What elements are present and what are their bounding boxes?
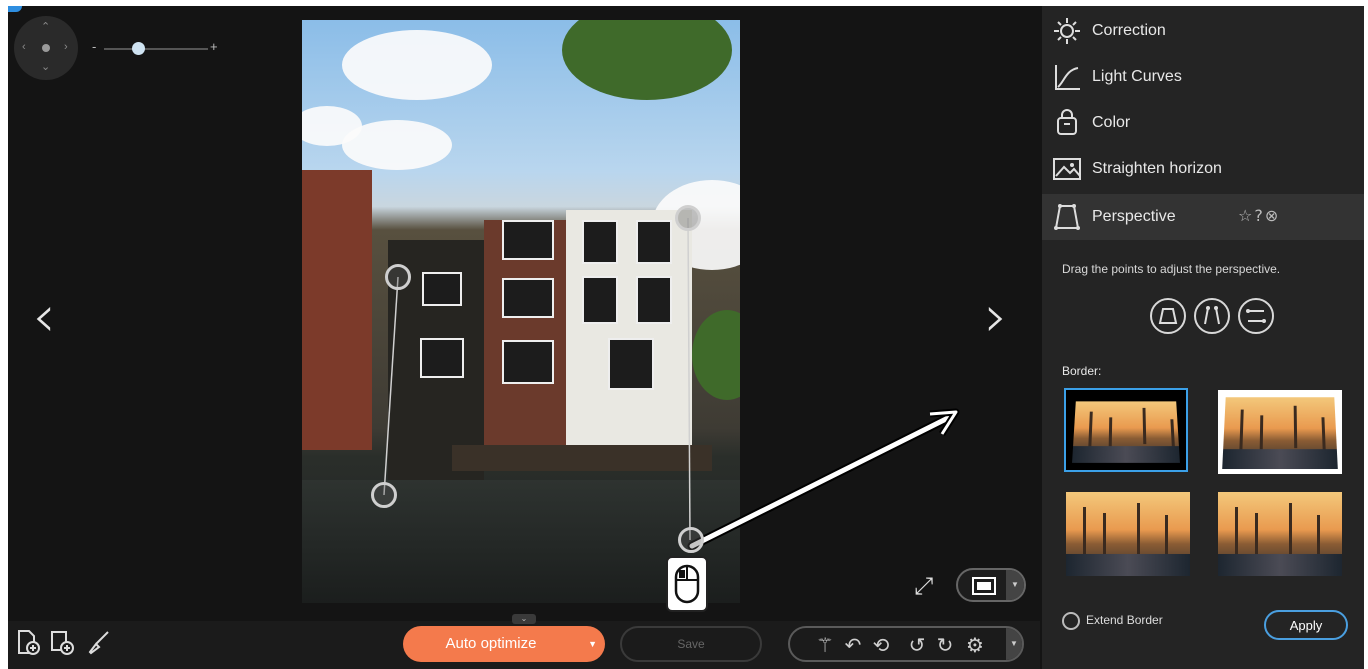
sidebar-item-label: Correction [1092, 22, 1166, 39]
window [582, 220, 618, 264]
landscape-icon [1053, 158, 1081, 180]
screen-icon [972, 577, 996, 595]
help-icon[interactable]: ? [1254, 206, 1265, 225]
tree-foliage [562, 20, 732, 100]
chevron-down-icon[interactable]: ▼ [1006, 570, 1024, 600]
next-image-button[interactable]: › [976, 287, 1016, 345]
window [636, 276, 672, 324]
cloud [342, 120, 452, 170]
tree-foliage [692, 310, 740, 400]
perspective-handle-bottom-left[interactable] [371, 482, 397, 508]
extend-border-label: Extend Border [1086, 613, 1163, 628]
chevron-down-icon[interactable]: ▼ [588, 626, 597, 662]
apply-button[interactable]: Apply [1264, 610, 1348, 640]
brush-icon[interactable] [84, 628, 112, 656]
sidebar-item-straighten-horizon[interactable]: Straighten horizon [1042, 146, 1364, 192]
border-thumbnail-image [1072, 401, 1180, 463]
mouse-icon [674, 564, 700, 604]
perspective-handle-top-left[interactable] [385, 264, 411, 290]
edit-panel: Correction Light Curves Color Straighten… [1042, 6, 1364, 669]
window [502, 340, 554, 384]
nav-up-icon[interactable]: ⌃ [41, 22, 50, 33]
view-mode-button[interactable]: ▼ [956, 568, 1026, 602]
add-folder-icon[interactable] [48, 628, 76, 656]
perspective-hint: Drag the points to adjust the perspectiv… [1062, 262, 1281, 276]
trapezoid-mode-icon [1158, 308, 1178, 324]
zoom-knob[interactable] [132, 42, 145, 55]
perspective-icon [1054, 204, 1080, 230]
auto-optimize-label: Auto optimize [445, 635, 537, 652]
undo-icon[interactable]: ↶ [840, 632, 866, 658]
sidebar-item-label: Color [1092, 114, 1131, 131]
nav-right-icon[interactable]: › [64, 42, 68, 53]
window [422, 272, 462, 306]
favorite-icon[interactable]: ☆ [1238, 206, 1254, 225]
extend-border-radio[interactable] [1062, 612, 1080, 630]
perspective-handle-top-right[interactable] [675, 205, 701, 231]
sidebar-item-color[interactable]: Color [1042, 100, 1364, 146]
canal-dock [452, 445, 712, 471]
window [608, 338, 654, 390]
border-thumbnail-image [1218, 492, 1342, 576]
sidebar-item-label: Light Curves [1092, 68, 1182, 85]
nav-left-icon[interactable]: ‹ [22, 42, 26, 53]
vertical-lines-mode-icon [1204, 306, 1220, 325]
window [636, 220, 672, 264]
sun-icon [1054, 18, 1080, 44]
vertical-lines-mode-button[interactable] [1194, 298, 1230, 334]
brick-building [302, 170, 372, 450]
window [582, 276, 618, 324]
cloud [342, 30, 492, 100]
rotate-left-icon[interactable]: ↺ [904, 632, 930, 658]
quick-tools-group: ⚚ ↶ ⟲ ↺ ↻ ⚙ ▼ [788, 626, 1024, 662]
navigation-pad-icon[interactable]: ⌃ ⌄ ‹ › [14, 16, 78, 80]
sidebar-item-label: Perspective [1092, 208, 1176, 225]
nav-down-icon[interactable]: ⌄ [41, 62, 50, 73]
border-option-white[interactable] [1218, 390, 1342, 474]
chevron-down-icon[interactable]: ▼ [1006, 628, 1022, 660]
window [502, 220, 554, 260]
close-icon[interactable]: ⊗ [1265, 206, 1280, 225]
zoom-out-button[interactable]: - [92, 39, 96, 54]
curve-icon [1055, 65, 1080, 90]
zoom-slider[interactable]: - + [92, 39, 222, 56]
nav-center-icon[interactable] [42, 44, 50, 52]
photo-canvas[interactable] [302, 20, 740, 603]
add-file-icon[interactable] [14, 628, 42, 656]
window [420, 338, 464, 378]
mouse-pointer-icon [666, 556, 708, 612]
border-thumbnail-image [1222, 397, 1338, 469]
perspective-actions[interactable]: ☆?⊗ [1238, 206, 1280, 225]
horizontal-lines-mode-icon [1246, 309, 1266, 323]
border-option-black[interactable] [1064, 388, 1188, 472]
border-option-stretch[interactable] [1218, 492, 1342, 576]
border-thumbnail-image [1066, 492, 1190, 576]
color-bag-icon [1057, 109, 1077, 135]
expand-icon[interactable]: ⤢ [914, 572, 933, 600]
settings-icon[interactable]: ⚙ [962, 632, 988, 658]
magic-wand-icon[interactable]: ⚚ [812, 632, 838, 658]
auto-optimize-button[interactable]: Auto optimize ▼ [403, 626, 605, 662]
collapse-toggle[interactable]: ⌄ [512, 614, 536, 624]
extend-border-option[interactable]: Extend Border [1062, 612, 1163, 630]
zoom-in-button[interactable]: + [210, 39, 218, 54]
sidebar-item-perspective[interactable]: Perspective ☆?⊗ [1042, 194, 1364, 240]
save-button[interactable]: Save [620, 626, 762, 662]
undo-all-icon[interactable]: ⟲ [868, 632, 894, 658]
horizontal-lines-mode-button[interactable] [1238, 298, 1274, 334]
sidebar-item-light-curves[interactable]: Light Curves [1042, 54, 1364, 100]
window [502, 278, 554, 318]
sidebar-item-correction[interactable]: Correction [1042, 8, 1364, 54]
app-corner-mark [8, 6, 22, 12]
zoom-track[interactable] [104, 48, 208, 50]
border-label: Border: [1062, 364, 1102, 378]
border-option-crop[interactable] [1066, 492, 1190, 576]
sidebar-item-label: Straighten horizon [1092, 160, 1222, 177]
trapezoid-mode-button[interactable] [1150, 298, 1186, 334]
previous-image-button[interactable]: ‹ [24, 287, 64, 345]
perspective-handle-bottom-right[interactable] [678, 527, 704, 553]
rotate-right-icon[interactable]: ↻ [932, 632, 958, 658]
